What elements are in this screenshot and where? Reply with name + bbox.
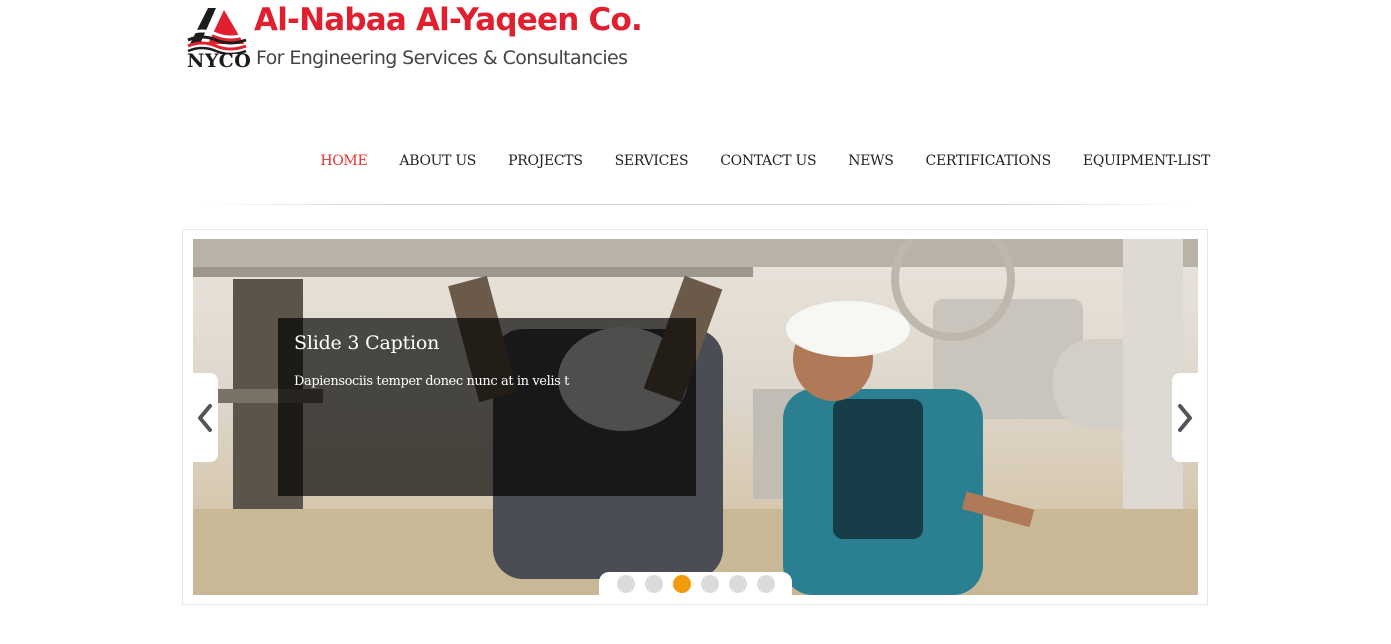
- chevron-left-icon: [198, 403, 212, 432]
- caption-text: Dapiensociis temper donec nunc at in vel…: [294, 374, 569, 389]
- pager-dot-1[interactable]: [616, 575, 635, 593]
- pager-dot-3[interactable]: [672, 575, 691, 593]
- nav-services[interactable]: SERVICES: [615, 153, 689, 169]
- pager-dot-4[interactable]: [700, 575, 719, 593]
- slider-pager: [599, 572, 792, 596]
- logo-abbreviation: NYCO: [187, 50, 252, 72]
- slider-prev-button[interactable]: [192, 373, 218, 462]
- nav-equipment-list[interactable]: EQUIPMENT-LIST: [1083, 153, 1210, 169]
- company-tagline: For Engineering Services & Consultancies: [256, 47, 628, 69]
- caption-title: Slide 3 Caption: [294, 332, 440, 354]
- nav-projects[interactable]: PROJECTS: [508, 153, 583, 169]
- chevron-right-icon: [1178, 403, 1192, 432]
- company-name: Al-Nabaa Al-Yaqeen Co.: [254, 2, 643, 38]
- nav-about-us[interactable]: ABOUT US: [399, 153, 476, 169]
- pager-dot-5[interactable]: [728, 575, 747, 593]
- site-logo[interactable]: NYCO Al-Nabaa Al-Yaqeen Co. For Engineer…: [186, 2, 643, 72]
- header-divider: [203, 204, 1189, 205]
- nav-certifications[interactable]: CERTIFICATIONS: [926, 153, 1052, 169]
- pager-dot-2[interactable]: [644, 575, 663, 593]
- main-nav: HOME ABOUT US PROJECTS SERVICES CONTACT …: [320, 153, 1210, 169]
- pager-dot-6[interactable]: [756, 575, 775, 593]
- nav-contact-us[interactable]: CONTACT US: [720, 153, 816, 169]
- nav-home[interactable]: HOME: [320, 153, 367, 169]
- slide-caption: Slide 3 Caption Dapiensociis temper done…: [278, 318, 696, 496]
- slider-next-button[interactable]: [1172, 373, 1198, 462]
- nav-news[interactable]: NEWS: [848, 153, 894, 169]
